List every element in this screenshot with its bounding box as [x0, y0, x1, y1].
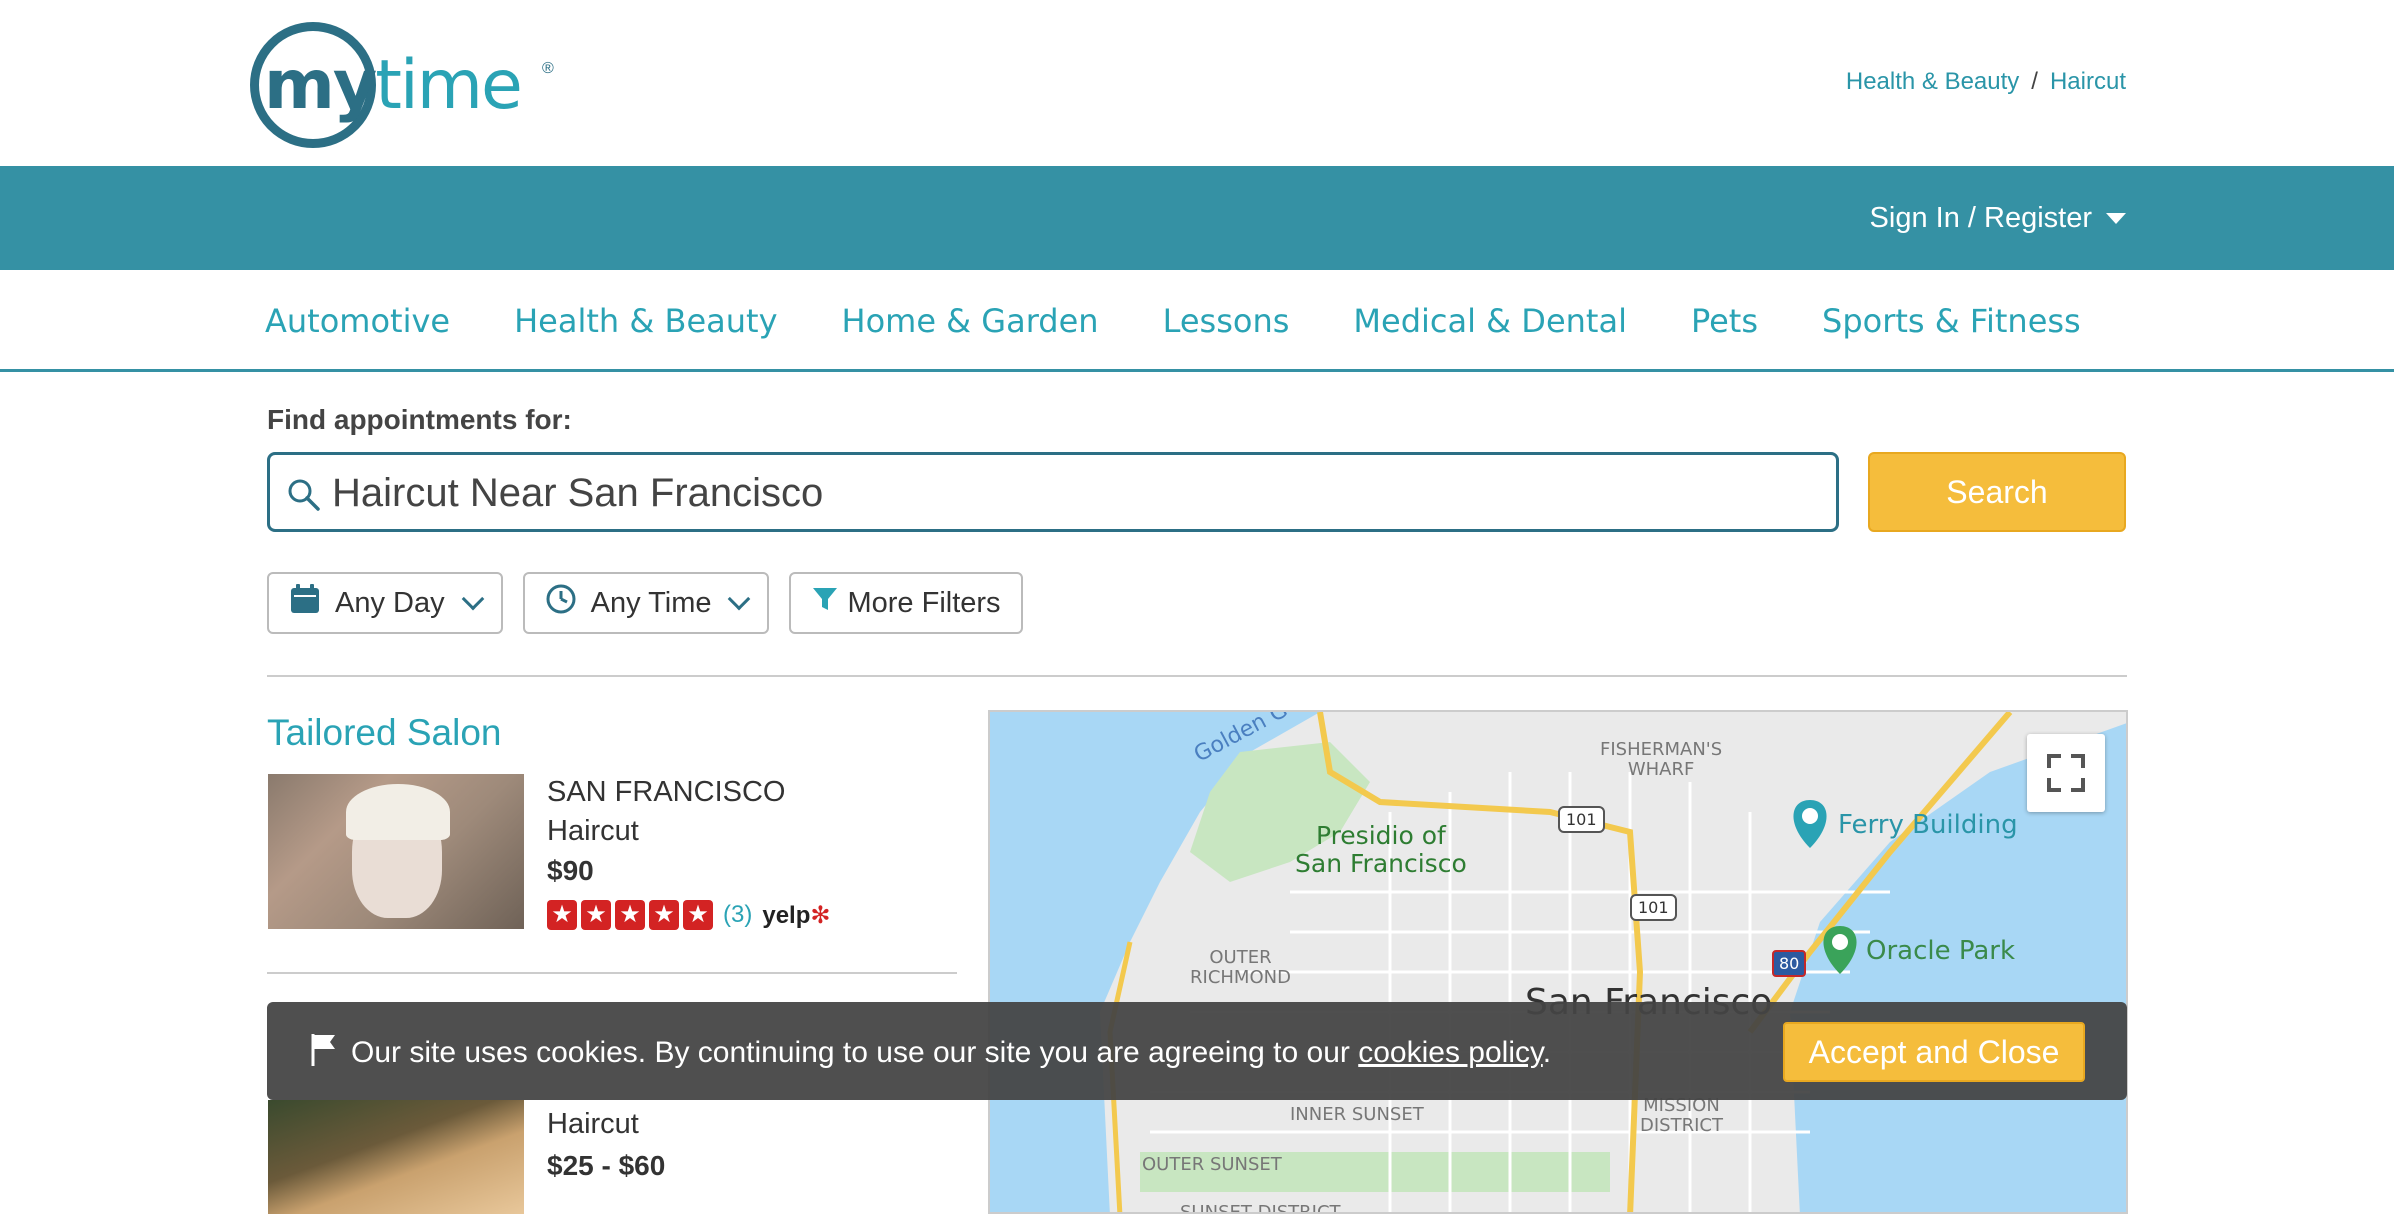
signin-label: Sign In / Register	[1869, 202, 2092, 234]
accept-and-close-button[interactable]: Accept and Close	[1783, 1022, 2085, 1082]
category-nav: Automotive Health & Beauty Home & Garden…	[0, 270, 2394, 372]
result-service: Haircut	[547, 1108, 639, 1140]
category-automotive[interactable]: Automotive	[265, 302, 450, 340]
category-home-garden[interactable]: Home & Garden	[842, 302, 1099, 340]
flag-icon	[309, 1032, 339, 1071]
breadcrumb-health-beauty[interactable]: Health & Beauty	[1846, 68, 2019, 95]
star-icon: ★	[615, 900, 645, 930]
filter-bar: Any Day Any Time More Filters	[267, 572, 1023, 634]
salon-photo[interactable]	[268, 1100, 524, 1214]
clock-icon	[545, 583, 577, 623]
map-fullscreen-button[interactable]	[2027, 734, 2105, 812]
fullscreen-icon	[2047, 754, 2085, 792]
star-icon: ★	[581, 900, 611, 930]
result-city: SAN FRANCISCO	[547, 776, 786, 808]
search-field[interactable]	[267, 452, 1839, 532]
category-medical-dental[interactable]: Medical & Dental	[1353, 302, 1627, 340]
map-label-mission-district: MISSION DISTRICT	[1640, 1095, 1723, 1136]
breadcrumb-haircut[interactable]: Haircut	[2050, 68, 2126, 95]
search-input[interactable]	[332, 467, 1812, 519]
breadcrumb: Health & Beauty / Haircut	[1846, 68, 2126, 96]
highway-101-shield: 101	[1630, 894, 1677, 921]
any-time-label: Any Time	[590, 586, 712, 619]
salon-photo[interactable]	[268, 774, 524, 929]
any-time-dropdown[interactable]: Any Time	[522, 572, 770, 634]
photo-hair	[346, 784, 450, 840]
map-label-fishermans-wharf: FISHERMAN'S WHARF	[1600, 739, 1723, 780]
find-appointments-label: Find appointments for:	[267, 404, 572, 435]
result-name-link[interactable]: Tailored Salon	[267, 712, 501, 754]
map-label-outer-sunset: OUTER SUNSET	[1142, 1154, 1282, 1175]
signin-register-menu[interactable]: Sign In / Register	[1870, 202, 2126, 235]
result-price: $90	[547, 855, 594, 886]
cookie-message: Our site uses cookies. By continuing to …	[351, 1036, 1552, 1069]
any-day-label: Any Day	[335, 586, 445, 619]
breadcrumb-separator: /	[2031, 68, 2038, 95]
mytime-logo[interactable]: mytime ®	[250, 22, 560, 148]
review-count[interactable]: (3)	[723, 901, 752, 929]
map-label-inner-sunset: INNER SUNSET	[1290, 1104, 1424, 1125]
map-label-presidio: Presidio of San Francisco	[1295, 821, 1467, 878]
interstate-80-shield: 80	[1772, 950, 1807, 977]
map-label-oracle-park: Oracle Park	[1866, 936, 2016, 966]
highway-101-shield: 101	[1558, 806, 1605, 833]
logo-wordmark: mytime	[264, 46, 523, 125]
map-label-outer-richmond: OUTER RICHMOND	[1190, 947, 1291, 988]
category-sports-fitness[interactable]: Sports & Fitness	[1822, 302, 2081, 340]
caret-down-icon	[2106, 213, 2126, 224]
more-filters-button[interactable]: More Filters	[789, 572, 1023, 634]
any-day-dropdown[interactable]: Any Day	[267, 572, 503, 634]
map-label-sunset-district: SUNSET DISTRICT	[1180, 1202, 1341, 1214]
more-filters-label: More Filters	[847, 586, 1001, 619]
chevron-down-icon	[461, 587, 484, 611]
star-icon: ★	[683, 900, 713, 930]
map-label-ferry-building: Ferry Building	[1838, 810, 2018, 840]
category-lessons[interactable]: Lessons	[1163, 302, 1290, 340]
section-divider	[267, 675, 2127, 677]
results-map[interactable]: Golden G FISHERMAN'S WHARF Presidio of San…	[988, 710, 2128, 1214]
chevron-down-icon	[728, 587, 751, 611]
cookies-policy-link[interactable]: cookies policy	[1358, 1036, 1543, 1069]
yelp-rating[interactable]: ★ ★ ★ ★ ★ (3) yelp✻	[547, 900, 830, 930]
star-icon: ★	[649, 900, 679, 930]
category-health-beauty[interactable]: Health & Beauty	[514, 302, 777, 340]
star-icon: ★	[547, 900, 577, 930]
result-price: $25 - $60	[547, 1150, 666, 1181]
calendar-icon	[289, 583, 321, 623]
search-icon	[286, 477, 322, 518]
site-header: mytime ® Health & Beauty / Haircut	[0, 0, 2394, 166]
funnel-icon	[811, 585, 839, 621]
category-pets[interactable]: Pets	[1691, 302, 1758, 340]
result-service: Haircut	[547, 815, 639, 847]
yelp-logo: yelp✻	[762, 901, 831, 929]
cookie-banner: Our site uses cookies. By continuing to …	[267, 1002, 2127, 1100]
top-bar: Sign In / Register	[0, 166, 2394, 270]
result-divider	[267, 972, 957, 974]
search-button[interactable]: Search	[1868, 452, 2126, 532]
registered-mark: ®	[542, 60, 554, 77]
